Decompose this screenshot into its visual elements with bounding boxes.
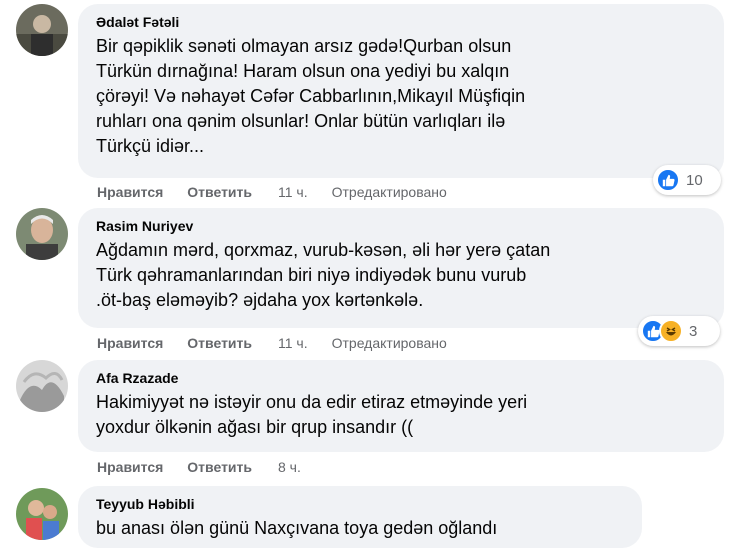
reaction-count: 3 [689,322,698,340]
comment-actions: Нравится Ответить 11 ч. Отредактировано [97,183,447,201]
comment-bubble: Afa Rzazade Hakimiyyət nə istəyir onu da… [78,360,724,452]
reaction-count: 10 [686,171,703,189]
haha-icon [659,319,683,343]
edited-label: Отредактировано [331,335,447,351]
comment-actions: Нравится Ответить 8 ч. [97,458,325,476]
comment-author[interactable]: Teyyub Həbibli [96,495,624,513]
comment-actions: Нравится Ответить 11 ч. Отредактировано [97,334,447,352]
edited-label: Отредактировано [331,184,447,200]
like-button[interactable]: Нравится [97,183,163,201]
comment-timestamp[interactable]: 11 ч. [278,183,308,201]
avatar[interactable] [16,4,68,56]
comment-text: Ağdamın mərd, qorxmaz, vurub-kəsən, əli … [96,240,551,310]
like-button[interactable]: Нравится [97,334,163,352]
avatar[interactable] [16,208,68,260]
reaction-summary[interactable]: 10 [653,165,721,195]
avatar[interactable] [16,488,68,540]
reply-button[interactable]: Ответить [187,458,252,476]
avatar[interactable] [16,360,68,412]
comment-author[interactable]: Afa Rzazade [96,369,706,387]
comment-text: Bir qəpiklik sənəti olmayan arsız gədə!Q… [96,36,526,156]
like-button[interactable]: Нравится [97,458,163,476]
comment-text: Hakimiyyət nə istəyir onu da edir etiraz… [96,392,528,437]
comment-timestamp[interactable]: 8 ч. [278,458,301,476]
reaction-summary[interactable]: 3 [638,316,720,346]
comment-bubble: Ədalət Fətəli Bir qəpiklik sənəti olmaya… [78,4,724,178]
reply-button[interactable]: Ответить [187,183,252,201]
comment-author[interactable]: Ədalət Fətəli [96,13,706,31]
comment-text: bu anası ölən günü Naxçıvana toya gedən … [96,518,498,538]
like-icon [656,168,680,192]
comment-author[interactable]: Rasim Nuriyev [96,217,706,235]
reply-button[interactable]: Ответить [187,334,252,352]
comment-bubble: Teyyub Həbibli bu anası ölən günü Naxçıv… [78,486,642,548]
comment-timestamp[interactable]: 11 ч. [278,334,308,352]
comment-bubble: Rasim Nuriyev Ağdamın mərd, qorxmaz, vur… [78,208,724,328]
